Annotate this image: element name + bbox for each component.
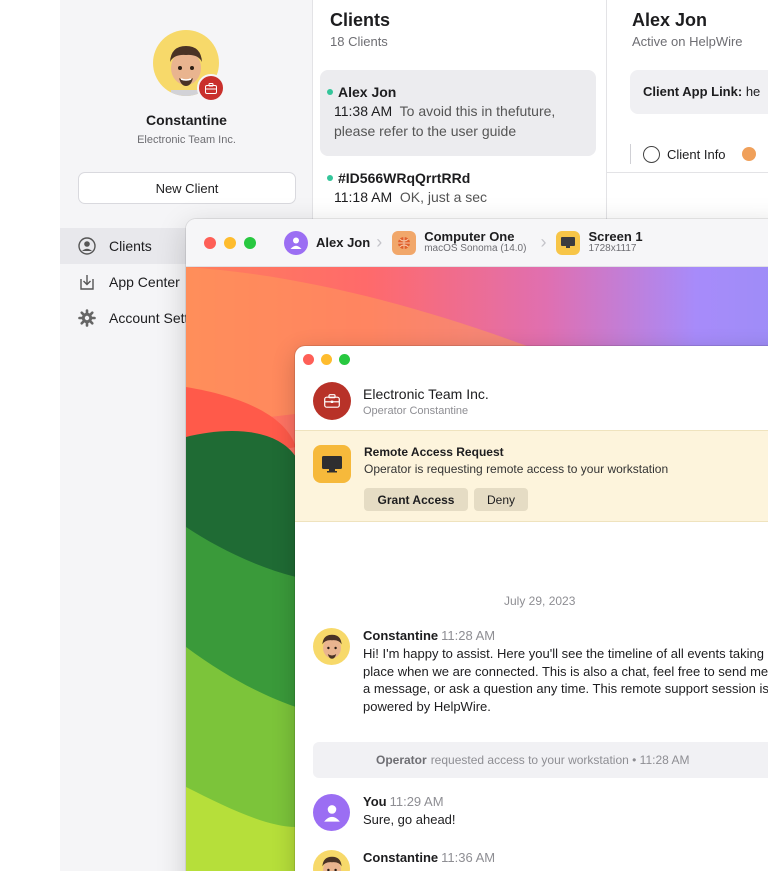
message-time: 11:36 AM	[441, 850, 496, 865]
divider	[607, 172, 768, 173]
chat-message: You 11:29 AM Sure, go ahead!	[313, 794, 768, 831]
client-item-id566[interactable]: #ID566WRqQrrtRRd 11:18 AM OK, just a sec	[320, 156, 596, 216]
client-name: #ID566WRqQrrtRRd	[338, 170, 471, 186]
briefcase-icon	[313, 382, 351, 420]
system-event: Operator requested access to your workst…	[313, 742, 768, 778]
chat-message: Constantine 11:28 AM Hi! I'm happy to ass…	[313, 628, 768, 715]
org-header: Electronic Team Inc. Operator Constantin…	[313, 382, 489, 420]
sidebar-item-label: App Center	[109, 274, 180, 290]
client-preview: OK, just a sec	[399, 189, 488, 205]
message-author: Constantine	[363, 628, 439, 643]
operator-name: Operator Constantine	[363, 404, 469, 417]
chat-date: July 29, 2023	[504, 594, 576, 608]
request-title: Remote Access Request	[364, 445, 504, 459]
close-button[interactable]	[204, 236, 216, 249]
client-name: Alex Jon	[338, 84, 397, 100]
link-value: he	[745, 84, 761, 99]
message-author: Constantine	[363, 850, 439, 865]
detail-status: Active on HelpWire	[632, 34, 743, 49]
page: Constantine Electronic Team Inc. New Cli…	[0, 0, 768, 871]
download-box-icon	[78, 273, 96, 291]
breadcrumb-user-label: Alex Jon	[316, 235, 371, 250]
client-time: 11:18 AM	[334, 189, 393, 205]
client-time: 11:38 AM	[334, 103, 393, 119]
client-app-link[interactable]: Client App Link: he	[630, 70, 768, 114]
detail-tabs: Client Info	[630, 136, 756, 172]
detail-name: Alex Jon	[632, 10, 708, 30]
computer-os: macOS Sonoma (14.0)	[424, 243, 527, 254]
avatar	[313, 850, 350, 871]
screen-name: Screen 1	[588, 229, 643, 244]
minimize-button[interactable]	[321, 354, 332, 365]
computer-name: Computer One	[424, 229, 515, 244]
close-button[interactable]	[303, 354, 314, 365]
computer-icon	[392, 230, 417, 255]
client-item-alex-jon[interactable]: Alex Jon 11:38 AM To avoid this in thefu…	[320, 70, 596, 156]
clients-count: 18 Clients	[330, 34, 388, 49]
message-time: 11:29 AM	[389, 794, 444, 809]
minimize-button[interactable]	[224, 236, 236, 249]
tab-client-info[interactable]: Client Info	[667, 147, 726, 162]
chevron-right-icon: ›	[376, 232, 383, 252]
system-text: requested access to your workstation • 1…	[430, 753, 690, 767]
message-author: You	[363, 794, 387, 809]
zoom-button[interactable]	[339, 354, 350, 365]
org-name: Electronic Team Inc.	[363, 385, 489, 402]
remote-access-request: Remote Access Request Operator is reques…	[295, 430, 768, 522]
window-controls	[303, 354, 357, 365]
message-text: Hi! I'm happy to assist. Here you'll see…	[363, 646, 768, 714]
user-avatar-icon	[313, 794, 350, 831]
chat-message: Constantine 11:36 AM	[313, 850, 768, 871]
remote-toolbar: Alex Jon › Computer One macOS Sonoma (14…	[186, 219, 768, 267]
breadcrumb-screen[interactable]: Screen 1 1728x1117	[556, 229, 643, 255]
computer-tab-icon[interactable]	[741, 147, 756, 161]
deny-button[interactable]: Deny	[474, 488, 528, 511]
message-time: 11:28 AM	[441, 628, 496, 643]
person-circle-icon	[643, 145, 660, 163]
request-text: Operator is requesting remote access to …	[364, 462, 669, 476]
screen-resolution: 1728x1117	[588, 243, 637, 254]
grant-access-button[interactable]: Grant Access	[364, 488, 468, 511]
online-status-dot	[327, 89, 333, 95]
system-actor: Operator	[376, 753, 427, 767]
online-status-dot	[327, 175, 333, 181]
sidebar-item-label: Clients	[109, 238, 152, 254]
profile-avatar[interactable]	[153, 30, 225, 102]
gear-icon	[78, 309, 96, 327]
breadcrumb-user[interactable]: Alex Jon ›	[284, 230, 392, 255]
window-controls	[204, 236, 264, 249]
link-label: Client App Link:	[643, 84, 743, 99]
helpwire-chat-window: Electronic Team Inc. Operator Constantin…	[295, 346, 768, 871]
new-client-button[interactable]: New Client	[78, 172, 296, 204]
person-circle-icon	[78, 237, 96, 255]
message-text: Sure, go ahead!	[363, 812, 456, 827]
screen-icon	[556, 230, 581, 255]
monitor-icon	[313, 445, 351, 483]
briefcase-icon	[197, 74, 225, 102]
profile-name: Constantine	[146, 112, 227, 128]
user-avatar-icon	[284, 230, 308, 255]
clients-title: Clients	[330, 10, 391, 30]
chevron-right-icon: ›	[540, 232, 547, 252]
avatar	[313, 628, 350, 665]
zoom-button[interactable]	[244, 236, 256, 249]
profile-org: Electronic Team Inc.	[137, 134, 236, 146]
tab-divider	[630, 144, 631, 164]
breadcrumb-computer[interactable]: Computer One macOS Sonoma (14.0) ›	[392, 230, 556, 255]
